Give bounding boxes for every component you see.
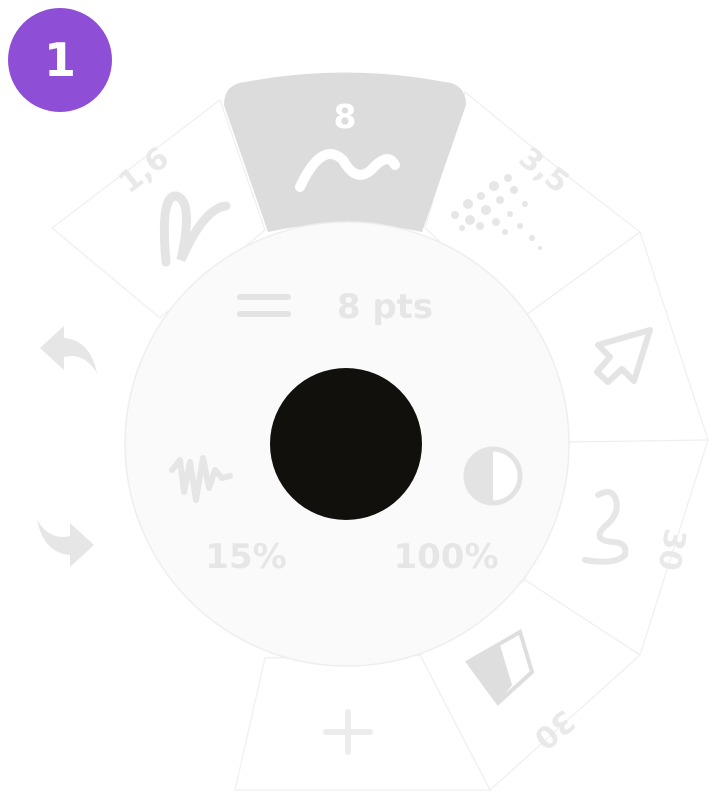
opacity-value[interactable]: 100% <box>393 537 498 577</box>
undo-arrow-icon[interactable] <box>40 326 97 373</box>
brush-wheel: 8 1,6 3,5 30 30 8 pts 15% 100% <box>37 72 709 791</box>
brush-wheel-panel: 1 8 1,6 3,5 30 30 8 pts 15% 100% <box>0 0 709 797</box>
smoothing-value[interactable]: 15% <box>205 537 286 577</box>
brush-size-value[interactable]: 8 pts <box>337 287 433 327</box>
redo-arrow-icon[interactable] <box>37 520 94 567</box>
active-brush-size: 8 <box>334 97 357 136</box>
brush-size-label: 30 <box>650 526 692 573</box>
color-swatch-button[interactable] <box>270 368 422 520</box>
